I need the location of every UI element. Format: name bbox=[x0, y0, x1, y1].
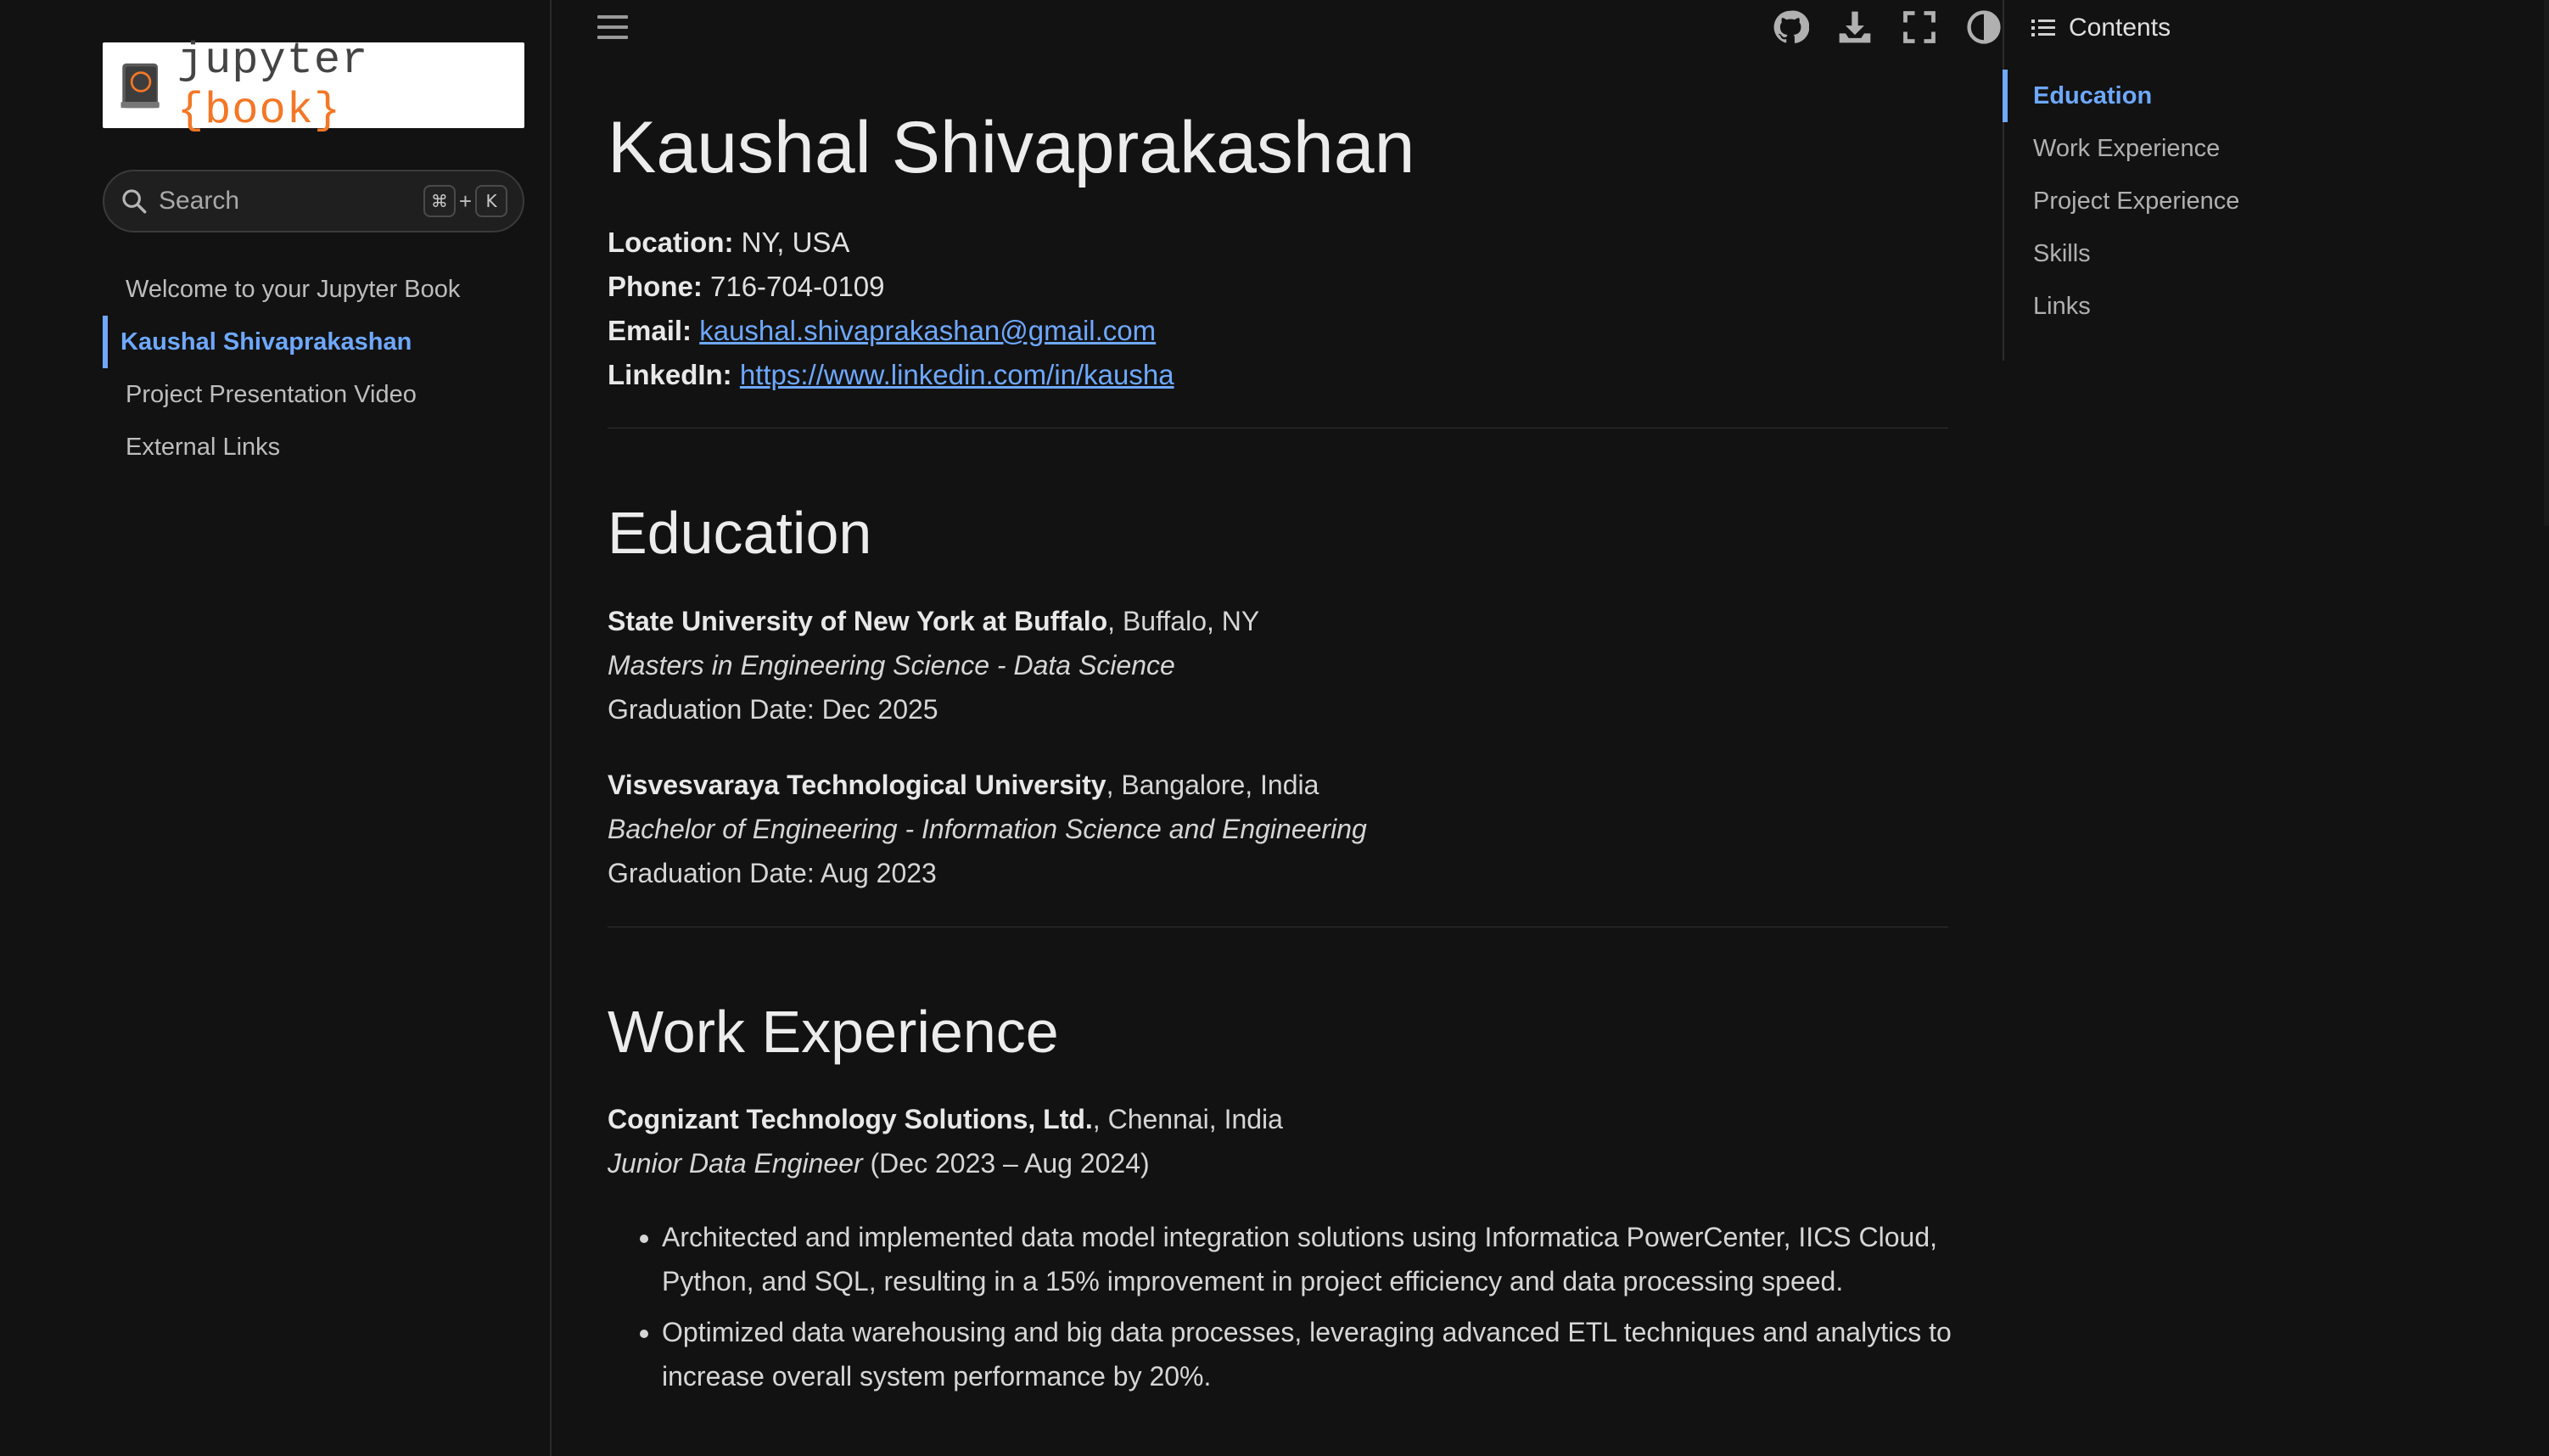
toc-item-links[interactable]: Links bbox=[2003, 280, 2513, 333]
graduation-date: Graduation Date: Dec 2025 bbox=[608, 694, 938, 725]
phone-value: 716-704-0109 bbox=[710, 271, 885, 302]
jupyter-book-logo[interactable]: jupyter {book} bbox=[103, 36, 524, 136]
school-name: Visvesvaraya Technological University bbox=[608, 770, 1106, 800]
school-name: State University of New York at Buffalo bbox=[608, 606, 1108, 636]
table-of-contents: Contents Education Work Experience Proje… bbox=[2003, 0, 2549, 361]
toc-list: Education Work Experience Project Experi… bbox=[2003, 70, 2513, 333]
github-icon[interactable] bbox=[1772, 8, 1810, 46]
location-value: NY, USA bbox=[741, 227, 850, 258]
left-sidebar: jupyter {book} Search ⌘ + K Welcome to y… bbox=[0, 0, 552, 1456]
toc-title: Contents bbox=[2069, 14, 2171, 42]
phone-label: Phone: bbox=[608, 271, 703, 302]
page-title: Kaushal Shivaprakashan bbox=[608, 107, 1415, 188]
location-line: Location: NY, USA bbox=[608, 221, 1174, 265]
toc-item-skills[interactable]: Skills bbox=[2003, 227, 2513, 280]
list-icon bbox=[2031, 20, 2055, 36]
sidebar-item-kaushal-shivaprakashan[interactable]: Kaushal Shivaprakashan bbox=[103, 316, 527, 368]
linkedin-line: LinkedIn: https://www.linkedin.com/in/ka… bbox=[608, 353, 1174, 397]
company-location: , Chennai, India bbox=[1092, 1104, 1283, 1134]
search-input[interactable]: Search ⌘ + K bbox=[103, 170, 524, 232]
header-toolbar bbox=[1772, 8, 2003, 46]
email-link[interactable]: kaushal.shivaprakashan@gmail.com bbox=[699, 315, 1156, 346]
work-entry: Cognizant Technology Solutions, Ltd., Ch… bbox=[608, 1097, 1283, 1185]
search-icon bbox=[122, 189, 147, 214]
degree: Bachelor of Engineering - Information Sc… bbox=[608, 814, 1367, 844]
sidebar-item-external-links[interactable]: External Links bbox=[103, 421, 527, 473]
work-bullets: Architected and implemented data model i… bbox=[608, 1215, 1952, 1405]
sidebar-item-welcome[interactable]: Welcome to your Jupyter Book bbox=[103, 263, 527, 316]
toc-item-project-experience[interactable]: Project Experience bbox=[2003, 175, 2513, 227]
shortcut-plus: + bbox=[458, 188, 472, 214]
linkedin-label: LinkedIn: bbox=[608, 359, 732, 390]
main-content: Kaushal Shivaprakashan Location: NY, USA… bbox=[552, 0, 2003, 1456]
list-item: Optimized data warehousing and big data … bbox=[662, 1310, 1952, 1398]
theme-toggle-icon[interactable] bbox=[1965, 8, 2003, 46]
email-label: Email: bbox=[608, 315, 692, 346]
list-item: Architected and implemented data model i… bbox=[662, 1215, 1952, 1303]
shortcut-k-key: K bbox=[475, 185, 507, 217]
contact-info: Location: NY, USA Phone: 716-704-0109 Em… bbox=[608, 221, 1174, 397]
download-icon[interactable] bbox=[1836, 8, 1874, 46]
fullscreen-icon[interactable] bbox=[1901, 8, 1938, 46]
education-entry: Visvesvaraya Technological University, B… bbox=[608, 763, 1367, 895]
toc-item-education[interactable]: Education bbox=[2003, 70, 2513, 122]
scrollbar[interactable] bbox=[2544, 0, 2549, 526]
phone-line: Phone: 716-704-0109 bbox=[608, 265, 1174, 309]
search-placeholder: Search bbox=[159, 187, 240, 215]
toc-header: Contents bbox=[2031, 14, 2171, 42]
company-name: Cognizant Technology Solutions, Ltd. bbox=[608, 1104, 1093, 1134]
email-line: Email: kaushal.shivaprakashan@gmail.com bbox=[608, 309, 1174, 353]
degree: Masters in Engineering Science - Data Sc… bbox=[608, 650, 1175, 680]
education-heading: Education bbox=[608, 500, 872, 566]
school-location: , Bangalore, India bbox=[1106, 770, 1319, 800]
logo-wordmark: jupyter {book} bbox=[176, 35, 369, 136]
education-entry: State University of New York at Buffalo,… bbox=[608, 599, 1259, 731]
page: jupyter {book} Search ⌘ + K Welcome to y… bbox=[0, 0, 2549, 1456]
shortcut-cmd-key: ⌘ bbox=[423, 185, 456, 217]
school-location: , Buffalo, NY bbox=[1107, 606, 1260, 636]
graduation-date: Graduation Date: Aug 2023 bbox=[608, 858, 937, 888]
menu-icon[interactable] bbox=[594, 10, 631, 44]
sidebar-item-project-presentation-video[interactable]: Project Presentation Video bbox=[103, 368, 527, 421]
work-experience-heading: Work Experience bbox=[608, 999, 1059, 1065]
location-label: Location: bbox=[608, 227, 734, 258]
sidebar-nav: Welcome to your Jupyter Book Kaushal Shi… bbox=[103, 263, 527, 473]
toc-item-work-experience[interactable]: Work Experience bbox=[2003, 122, 2513, 175]
job-role: Junior Data Engineer bbox=[608, 1148, 863, 1179]
job-dates: (Dec 2023 – Aug 2024) bbox=[862, 1148, 1150, 1179]
linkedin-link[interactable]: https://www.linkedin.com/in/kausha bbox=[740, 359, 1174, 390]
book-logo-icon bbox=[120, 63, 160, 108]
